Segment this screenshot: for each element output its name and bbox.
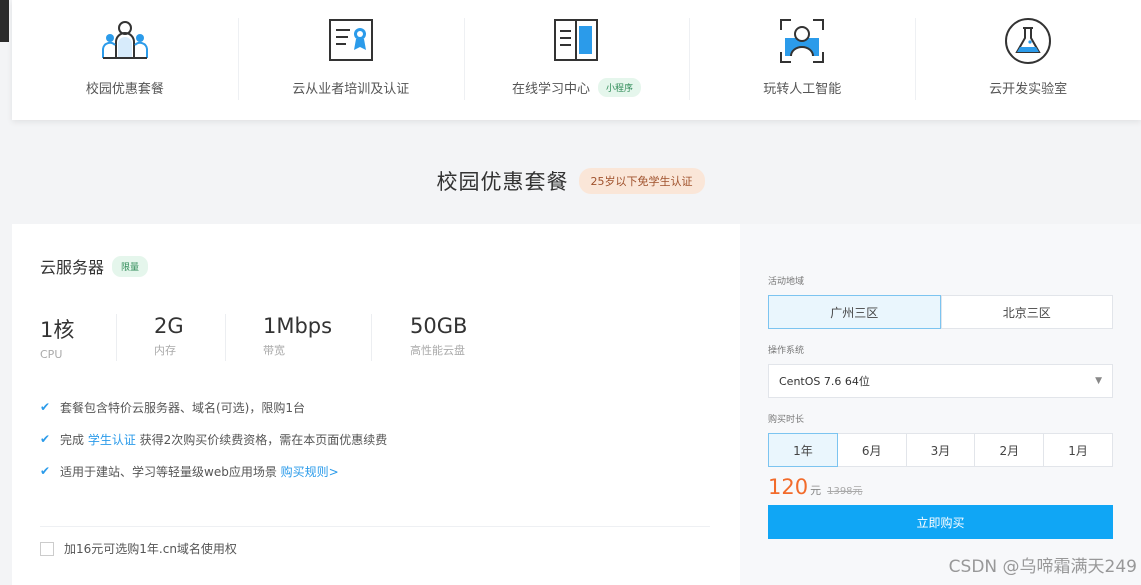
- feature-text: 套餐包含特价云服务器、域名(可选)，限购1台: [60, 400, 305, 415]
- student-auth-link[interactable]: 学生认证: [88, 431, 136, 448]
- spec-label: 内存: [154, 344, 176, 357]
- nav-item-cloud-lab[interactable]: 云开发实验室: [915, 0, 1141, 120]
- nav-label: 云开发实验室: [989, 82, 1068, 97]
- os-value: CentOS 7.6 64位: [779, 375, 870, 388]
- region-selector: 广州三区 北京三区: [768, 295, 1113, 329]
- check-icon: ✔: [40, 432, 51, 446]
- nav-label: 云从业者培训及认证: [292, 82, 410, 97]
- nav-item-cloud-certification[interactable]: 云从业者培训及认证: [237, 0, 464, 120]
- watermark: CSDN @乌啼霜满天249: [948, 557, 1137, 577]
- certificate-icon: [328, 19, 373, 61]
- product-details: 云服务器 限量 1核 CPU 2G 内存 1Mbps 带宽 50GB 高性能云盘: [12, 224, 740, 585]
- people-icon: [101, 21, 148, 59]
- mini-program-badge: 小程序: [597, 78, 641, 97]
- domain-option[interactable]: 加16元可选购1年.cn域名使用权: [40, 540, 237, 557]
- spec-bandwidth: 1Mbps 带宽: [225, 314, 371, 361]
- check-icon: ✔: [40, 400, 51, 414]
- student-badge: 25岁以下免学生认证: [578, 168, 705, 194]
- limited-badge: 限量: [112, 255, 149, 277]
- spec-memory: 2G 内存: [116, 314, 225, 361]
- domain-checkbox[interactable]: [40, 541, 54, 556]
- product-header: 云服务器 限量: [40, 254, 712, 278]
- purchase-rules-link[interactable]: 购买规则>: [281, 463, 339, 480]
- domain-option-label: 加16元可选购1年.cn域名使用权: [64, 542, 237, 556]
- feature-text: 完成: [60, 432, 88, 447]
- nav-label: 校园优惠套餐: [85, 82, 164, 97]
- region-option-beijing[interactable]: 北京三区: [940, 295, 1113, 329]
- section-header: 校园优惠套餐 25岁以下免学生认证: [0, 166, 1141, 196]
- price-value: 120: [768, 475, 809, 499]
- original-price: 1398元: [827, 486, 863, 497]
- region-label: 活动地域: [768, 277, 805, 287]
- nav-label: 玩转人工智能: [763, 82, 842, 97]
- nav-item-ai[interactable]: 玩转人工智能: [689, 0, 915, 120]
- flask-icon: [1005, 18, 1052, 64]
- nav-label: 在线学习中心: [511, 82, 590, 97]
- nav-item-online-learning[interactable]: 在线学习中心 小程序: [463, 0, 690, 120]
- duration-option-3m[interactable]: 3月: [905, 433, 976, 467]
- spec-label: 高性能云盘: [410, 344, 465, 357]
- spec-value: 2G: [154, 314, 184, 338]
- divider: [40, 526, 710, 527]
- feature-item: ✔ 套餐包含特价云服务器、域名(可选)，限购1台: [40, 399, 712, 415]
- duration-option-2m[interactable]: 2月: [974, 433, 1045, 467]
- spec-label: CPU: [40, 348, 63, 361]
- feature-item: ✔ 完成 学生认证 获得2次购买价续费资格，需在本页面优惠续费: [40, 431, 712, 447]
- product-title: 云服务器: [40, 258, 105, 277]
- purchase-form: 活动地域 广州三区 北京三区 操作系统 CentOS 7.6 64位 ▼ 购买时…: [740, 224, 1141, 585]
- spec-value: 1Mbps: [263, 314, 333, 338]
- os-label: 操作系统: [768, 346, 805, 356]
- product-panel: 云服务器 限量 1核 CPU 2G 内存 1Mbps 带宽 50GB 高性能云盘: [12, 224, 1141, 585]
- spec-disk: 50GB 高性能云盘: [371, 314, 521, 361]
- price-row: 120 元 1398元: [768, 475, 1113, 499]
- spec-label: 带宽: [263, 344, 285, 357]
- spec-list: 1核 CPU 2G 内存 1Mbps 带宽 50GB 高性能云盘: [40, 314, 712, 361]
- face-scan-icon: [780, 19, 825, 63]
- price-unit: 元: [810, 484, 822, 497]
- duration-option-6m[interactable]: 6月: [836, 433, 907, 467]
- region-option-guangzhou[interactable]: 广州三区: [768, 295, 941, 329]
- feature-text: 适用于建站、学习等轻量级web应用场景: [60, 464, 281, 479]
- feature-item: ✔ 适用于建站、学习等轻量级web应用场景 购买规则>: [40, 463, 712, 479]
- duration-label: 购买时长: [768, 415, 805, 425]
- duration-option-1m[interactable]: 1月: [1043, 433, 1113, 467]
- spec-value: 50GB: [410, 314, 468, 338]
- check-icon: ✔: [40, 464, 51, 478]
- duration-option-1y[interactable]: 1年: [768, 433, 838, 467]
- section-title: 校园优惠套餐: [436, 170, 569, 194]
- spec-cpu: 1核 CPU: [40, 314, 116, 361]
- window-corner: [0, 0, 9, 42]
- os-select[interactable]: CentOS 7.6 64位 ▼: [768, 364, 1113, 398]
- buy-now-button[interactable]: 立即购买: [768, 505, 1113, 539]
- chevron-down-icon: ▼: [1095, 376, 1102, 386]
- book-icon: [554, 19, 599, 61]
- nav-item-campus-package[interactable]: 校园优惠套餐: [12, 0, 238, 120]
- feature-text: 获得2次购买价续费资格，需在本页面优惠续费: [135, 432, 388, 447]
- top-nav: 校园优惠套餐 云从业者培训及认证 在线学习中心 小程序 玩转人工智能 云开发实验…: [12, 0, 1141, 120]
- feature-list: ✔ 套餐包含特价云服务器、域名(可选)，限购1台 ✔ 完成 学生认证 获得2次购…: [40, 399, 712, 479]
- spec-value: 1核: [40, 318, 75, 342]
- duration-selector: 1年 6月 3月 2月 1月: [768, 433, 1113, 467]
